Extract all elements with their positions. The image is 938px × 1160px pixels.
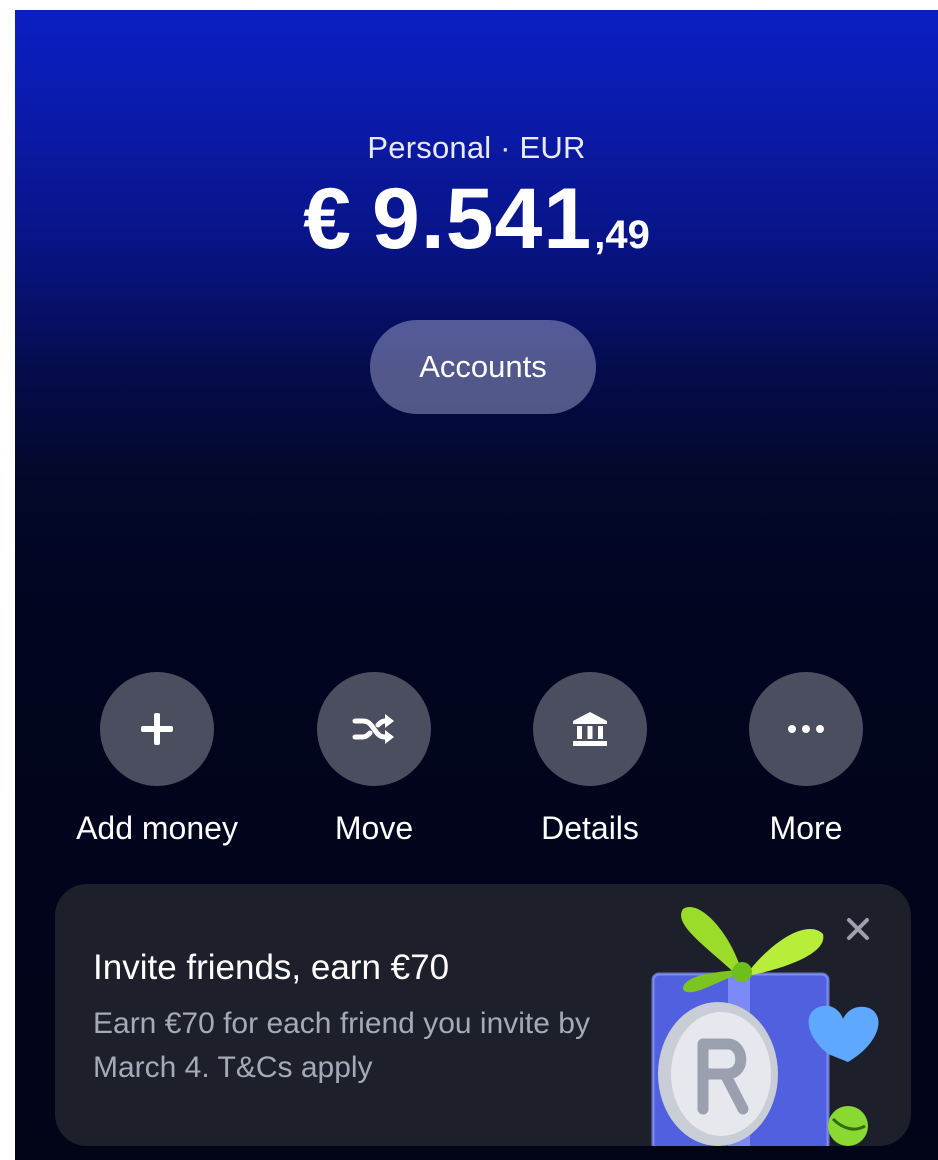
more-label: More bbox=[769, 810, 843, 846]
balance-currency: € bbox=[303, 171, 352, 267]
invite-friends-card[interactable]: Invite friends, earn €70 Earn €70 for ea… bbox=[55, 884, 911, 1146]
account-label: Personal · EUR bbox=[367, 130, 586, 165]
move-label: Move bbox=[334, 810, 414, 846]
bank-icon bbox=[573, 712, 607, 746]
balance-amount[interactable]: € 9.541 ,49 bbox=[303, 176, 650, 262]
add-money-label: Add money bbox=[76, 810, 238, 846]
close-icon[interactable] bbox=[843, 914, 873, 944]
add-money-action[interactable]: Add money bbox=[57, 672, 257, 847]
shuffle-icon bbox=[352, 714, 394, 744]
balance-header: Personal · EUR € 9.541 ,49 bbox=[15, 130, 938, 262]
details-button[interactable] bbox=[533, 672, 647, 786]
add-money-button[interactable] bbox=[100, 672, 214, 786]
home-screen: Personal · EUR € 9.541 ,49 Accounts Add … bbox=[15, 10, 938, 1160]
balance-decimals: ,49 bbox=[594, 213, 650, 257]
details-action[interactable]: Details bbox=[490, 672, 690, 847]
details-label: Details bbox=[541, 810, 639, 846]
more-button[interactable] bbox=[749, 672, 863, 786]
more-action[interactable]: More bbox=[706, 672, 906, 847]
promo-title: Invite friends, earn €70 bbox=[93, 948, 450, 987]
move-action[interactable]: Move bbox=[274, 672, 474, 847]
accounts-button[interactable]: Accounts bbox=[370, 320, 596, 414]
promo-text: Earn €70 for each friend you invite by M… bbox=[93, 1007, 590, 1084]
plus-icon bbox=[141, 713, 173, 745]
balance-integer: 9.541 bbox=[372, 171, 593, 267]
ellipsis-icon bbox=[788, 725, 824, 733]
move-button[interactable] bbox=[317, 672, 431, 786]
